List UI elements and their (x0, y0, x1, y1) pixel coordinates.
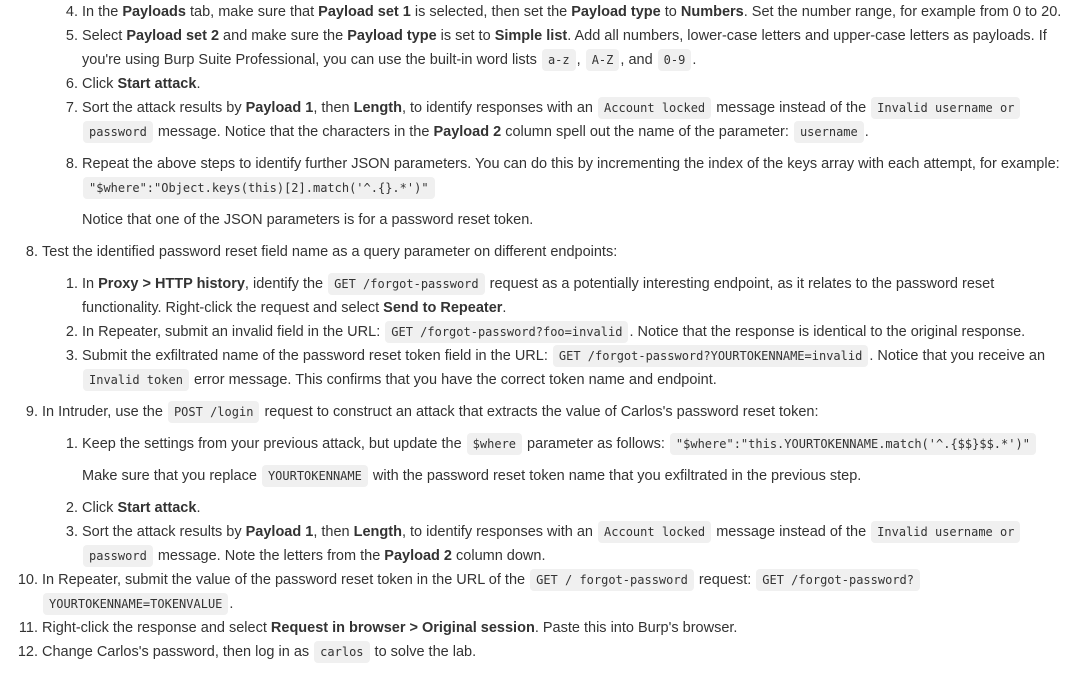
step-12: 12. Change Carlos's password, then log in… (0, 640, 1078, 664)
step-9-substep-2: 2. Click Start attack. (42, 496, 1064, 520)
step-7-substep-7: 7. Sort the attack results by Payload 1, … (42, 96, 1064, 144)
step-9-substeps: 1. Keep the settings from your previous a… (42, 432, 1064, 568)
step-7-substep-6: 6. Click Start attack. (42, 72, 1064, 96)
step-7-substep-5: 5. Select Payload set 2 and make sure the… (42, 24, 1064, 72)
code-snippet: username (793, 121, 864, 143)
code-snippet: 0-9 (657, 49, 692, 71)
code-snippet: YOURTOKENNAME (261, 465, 368, 487)
payload-type-value: Simple list (494, 28, 568, 44)
menu-action-label: Request in browser > Original session (270, 620, 535, 636)
column-label: Payload 1 (245, 524, 314, 540)
code-snippet: $where (466, 433, 523, 455)
payload-type-label: Payload type (347, 28, 437, 44)
step-8-substep-2: 2. In Repeater, submit an invalid field i… (42, 320, 1064, 344)
step-8-substep-3: 3. Submit the exfiltrated name of the pas… (42, 344, 1064, 392)
list-number: 8. (25, 244, 38, 260)
code-snippet: Account locked (598, 97, 712, 119)
step-7-continued: 4. In the Payloads tab, make sure that Pa… (0, 0, 1078, 232)
list-number: 4. (65, 4, 78, 20)
list-number: 3. (65, 524, 78, 540)
start-attack-label: Start attack (117, 76, 197, 92)
code-snippet: Invalid token (83, 369, 189, 391)
payload-set-label: Payload set 2 (126, 28, 220, 44)
payload-type-value: Numbers (680, 4, 744, 20)
note-text: Notice that one of the JSON parameters i… (82, 212, 534, 228)
start-attack-label: Start attack (117, 500, 197, 516)
code-snippet: A-Z (585, 49, 620, 71)
column-label: Payload 1 (245, 100, 314, 116)
list-number: 3. (65, 348, 78, 364)
code-snippet: GET /forgot-password?YOURTOKENNAME=inval… (552, 345, 869, 367)
column-label: Payload 2 (384, 548, 452, 564)
menu-action-label: Send to Repeater (383, 300, 503, 316)
code-snippet: GET / forgot-password (530, 569, 694, 591)
step-7-substeps: 4. In the Payloads tab, make sure that Pa… (42, 0, 1064, 232)
column-label: Payload 2 (433, 124, 502, 140)
list-number: 2. (65, 500, 78, 516)
step-8-substep-1: 1. In Proxy > HTTP history, identify the … (42, 272, 1064, 320)
code-snippet: POST /login (167, 401, 260, 423)
code-snippet: "$where":"this.YOURTOKENNAME.match('^.{$… (669, 433, 1036, 455)
step-8-substeps: 1. In Proxy > HTTP history, identify the … (42, 272, 1064, 392)
solution-step-list: 4. In the Payloads tab, make sure that Pa… (0, 0, 1078, 664)
step-10: 10. In Repeater, submit the value of the … (0, 568, 1078, 616)
step-8: 8. Test the identified password reset fie… (0, 240, 1078, 392)
payload-type-label: Payload type (571, 4, 661, 20)
step-9: 9. In Intruder, use the POST /login reque… (0, 400, 1078, 568)
step-11: 11. Right-click the response and select R… (0, 616, 1078, 640)
code-snippet: GET /forgot-password (328, 273, 485, 295)
note-text: Make sure that you replace YOURTOKENNAME… (82, 464, 1064, 488)
list-number: 5. (65, 28, 78, 44)
step-9-substep-3: 3. Sort the attack results by Payload 1, … (42, 520, 1064, 568)
list-number: 7. (65, 100, 78, 116)
list-number: 1. (65, 276, 78, 292)
code-snippet: "$where":"Object.keys(this)[2].match('^.… (83, 177, 435, 199)
code-snippet: a-z (541, 49, 576, 71)
list-number: 1. (65, 436, 78, 452)
step-7-substep-4: 4. In the Payloads tab, make sure that Pa… (42, 0, 1064, 24)
code-snippet: Account locked (598, 521, 712, 543)
step-7-substep-8: 8. Repeat the above steps to identify fur… (42, 152, 1064, 232)
step-9-substep-1: 1. Keep the settings from your previous a… (42, 432, 1064, 488)
list-number: 10. (17, 572, 38, 588)
lab-solution-steps: 4. In the Payloads tab, make sure that Pa… (0, 0, 1078, 664)
list-number: 2. (65, 324, 78, 340)
code-snippet: GET /forgot-password?foo=invalid (385, 321, 629, 343)
column-label: Length (353, 524, 402, 540)
list-number: 11. (18, 620, 38, 636)
menu-path-label: Proxy > HTTP history (98, 276, 245, 292)
list-number: 9. (25, 404, 38, 420)
list-number: 6. (65, 76, 78, 92)
code-snippet: carlos (314, 641, 370, 663)
payloads-tab-label: Payloads (122, 4, 186, 20)
payload-set-label: Payload set 1 (318, 4, 411, 20)
list-number: 8. (65, 156, 78, 172)
list-number: 12. (17, 644, 38, 660)
column-label: Length (353, 100, 402, 116)
